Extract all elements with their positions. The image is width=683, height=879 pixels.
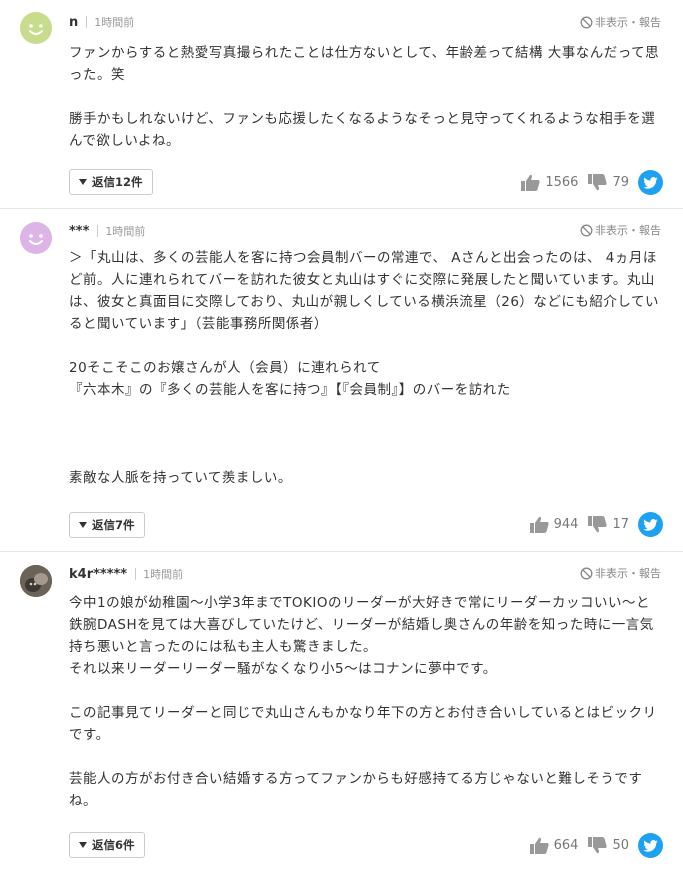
- comment-item: n 1時間前 非表示・報告 ファンからすると熱愛写真撮られたことは仕方ないとして…: [0, 0, 683, 209]
- twitter-icon: [643, 839, 658, 852]
- prohibited-icon: [580, 224, 593, 236]
- prohibited-icon: [580, 567, 593, 579]
- timestamp: 1時間前: [143, 568, 184, 581]
- hide-report-label: 非表示・報告: [595, 567, 661, 580]
- reply-count-label: 返信12件: [92, 175, 143, 189]
- hide-report-link[interactable]: 非表示・報告: [580, 222, 661, 238]
- smiley-face-icon: [29, 24, 43, 35]
- timestamp: 1時間前: [105, 225, 146, 238]
- divider: [86, 16, 88, 28]
- reply-toggle-button[interactable]: 返信12件: [69, 169, 153, 195]
- twitter-icon: [643, 518, 658, 531]
- thumbs-down-icon: [588, 837, 608, 854]
- hide-report-label: 非表示・報告: [595, 16, 661, 29]
- prohibited-icon: [580, 16, 593, 28]
- twitter-share-button[interactable]: [638, 512, 663, 537]
- reply-count-label: 返信7件: [92, 518, 135, 532]
- like-count: 664: [553, 838, 579, 853]
- twitter-icon: [643, 176, 658, 189]
- username[interactable]: k4r*****: [69, 567, 127, 582]
- comment-actions: 1566 79: [511, 170, 663, 195]
- reply-count-label: 返信6件: [92, 838, 135, 852]
- dislike-count: 50: [612, 838, 629, 853]
- like-button[interactable]: 664: [529, 837, 579, 854]
- reply-toggle-button[interactable]: 返信6件: [69, 832, 145, 858]
- hide-report-link[interactable]: 非表示・報告: [580, 565, 661, 581]
- thumbs-up-icon: [529, 516, 549, 533]
- comment-item: k4r***** 1時間前 非表示・報告 今中1の娘が幼稚園〜小学3年までTOK…: [0, 552, 683, 879]
- dislike-button[interactable]: 17: [588, 516, 629, 533]
- triangle-down-icon: [79, 842, 87, 848]
- thumbs-up-icon: [521, 174, 540, 191]
- like-button[interactable]: 944: [529, 516, 579, 533]
- like-count: 944: [553, 517, 579, 532]
- reply-toggle-button[interactable]: 返信7件: [69, 512, 145, 538]
- dislike-button[interactable]: 79: [588, 174, 629, 191]
- avatar[interactable]: [20, 12, 52, 44]
- hide-report-label: 非表示・報告: [595, 224, 661, 237]
- dislike-count: 17: [612, 517, 629, 532]
- timestamp: 1時間前: [94, 16, 135, 29]
- hide-report-link[interactable]: 非表示・報告: [580, 14, 661, 30]
- divider: [97, 225, 99, 237]
- smiley-face-icon: [29, 234, 43, 245]
- divider: [135, 568, 137, 580]
- triangle-down-icon: [79, 522, 87, 528]
- comment-body: ファンからすると熱愛写真撮られたことは仕方ないとして、年齢差って結構 大事なんだ…: [69, 45, 660, 149]
- comment-body: 今中1の娘が幼稚園〜小学3年までTOKIOのリーダーが大好きで常にリーダーカッコ…: [69, 595, 657, 809]
- twitter-share-button[interactable]: [638, 833, 663, 858]
- like-button[interactable]: 1566: [521, 174, 578, 191]
- username[interactable]: n: [69, 15, 78, 30]
- thumbs-up-icon: [529, 837, 549, 854]
- username[interactable]: ***: [69, 224, 89, 239]
- comment-actions: 664 50: [520, 833, 663, 858]
- comment-actions: 944 17: [520, 512, 663, 537]
- thumbs-down-icon: [588, 174, 608, 191]
- twitter-share-button[interactable]: [638, 170, 663, 195]
- comment-username-row: n 1時間前: [69, 14, 134, 30]
- comment-body: ＞「丸山は、多くの芸能人を客に持つ会員制バーの常連で、 Aさんと出会ったのは、 …: [69, 250, 660, 486]
- comment-username-row: k4r***** 1時間前: [69, 566, 183, 582]
- like-count: 1566: [545, 175, 579, 190]
- avatar[interactable]: [20, 565, 52, 597]
- dislike-button[interactable]: 50: [588, 837, 629, 854]
- avatar[interactable]: [20, 222, 52, 254]
- thumbs-down-icon: [588, 516, 608, 533]
- dislike-count: 79: [612, 175, 629, 190]
- cat-photo-icon: [20, 565, 52, 597]
- comment-item: *** 1時間前 非表示・報告 ＞「丸山は、多くの芸能人を客に持つ会員制バーの常…: [0, 209, 683, 552]
- triangle-down-icon: [79, 179, 87, 185]
- comment-username-row: *** 1時間前: [69, 223, 145, 239]
